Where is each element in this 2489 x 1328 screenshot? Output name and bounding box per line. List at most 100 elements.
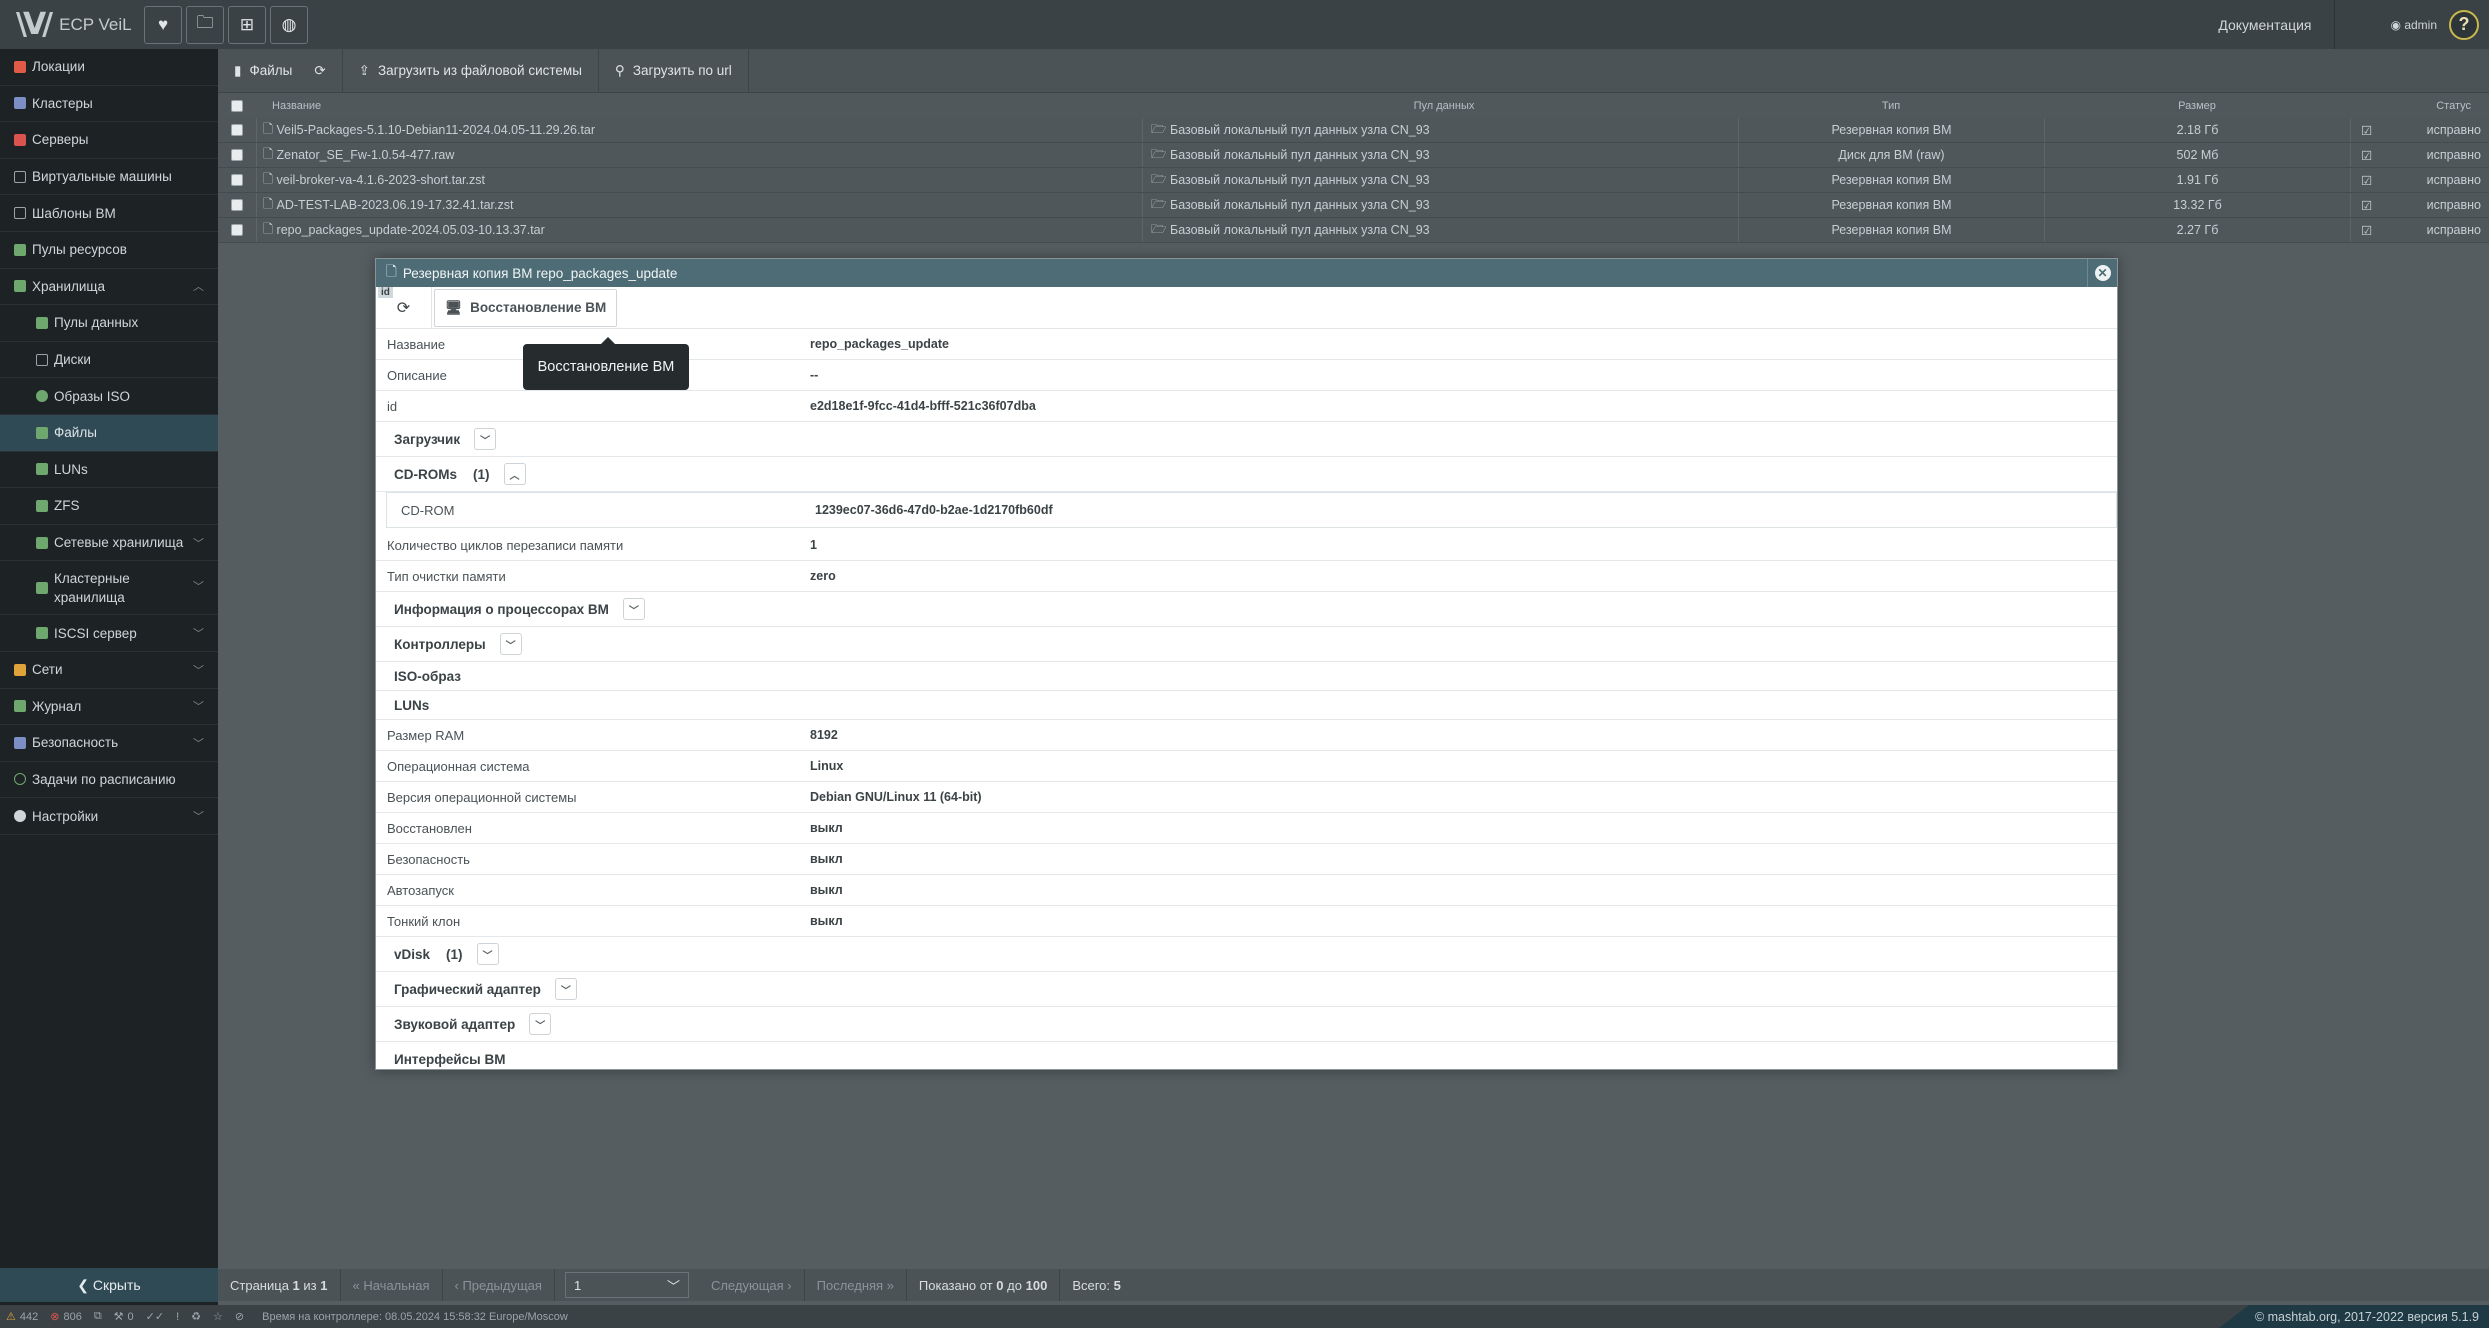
restore-vm-button[interactable]: 🖥 Восстановление ВМ xyxy=(434,288,618,327)
sidebar-item-network-storages[interactable]: Сетевые хранилища ﹀ xyxy=(0,525,218,562)
chevron-down-icon[interactable]: ﹀ xyxy=(474,428,497,450)
cell-name[interactable]: repo_packages_update-2024.05.03-10.13.37… xyxy=(277,223,545,237)
sidebar-item-security[interactable]: Безопасность ﹀ xyxy=(0,725,218,762)
sidebar-item-journal[interactable]: Журнал ﹀ xyxy=(0,689,218,726)
chevron-down-icon[interactable]: ﹀ xyxy=(476,943,499,965)
help-button[interactable]: ? xyxy=(2449,9,2479,40)
sidebar-item-data-pools[interactable]: Пулы данных xyxy=(0,305,218,342)
logo-text: ECP VeiL xyxy=(59,14,132,34)
upload-by-url-button[interactable]: ⚲ Загрузить по url xyxy=(599,48,749,93)
folder-button[interactable]: 🗀 xyxy=(186,5,224,44)
sidebar-item-vm-templates[interactable]: Шаблоны ВМ xyxy=(0,195,218,232)
hide-label: Скрыть xyxy=(92,1277,141,1293)
cell-pool[interactable]: Базовый локальный пул данных узла CN_93 xyxy=(1170,123,1430,137)
section-label: LUNs xyxy=(394,697,430,713)
chevron-down-icon[interactable]: ﹀ xyxy=(554,978,577,1000)
folder-icon: 🗁 xyxy=(1151,171,1170,186)
top-bar: \V/ ECP VeiL ♥ 🗀 ⊞ ◍ Документация ◉ admi… xyxy=(0,0,2489,49)
table-row[interactable]: 🗋 Zenator_SE_Fw-1.0.54-477.raw 🗁 Базовый… xyxy=(218,143,2489,168)
sidebar-item-label: Серверы xyxy=(32,132,89,148)
checks-icon[interactable]: ✓✓ xyxy=(140,1310,170,1323)
sidebar-item-scheduled-tasks[interactable]: Задачи по расписанию xyxy=(0,762,218,799)
cell-name[interactable]: veil-broker-va-4.1.6-2023-short.tar.zst xyxy=(277,173,485,187)
sidebar-item-storages[interactable]: Хранилища ︿ xyxy=(0,269,218,306)
tasks-counter[interactable]: ⚒ 0 xyxy=(108,1310,140,1324)
errors-counter[interactable]: ⊗ 806 xyxy=(44,1310,88,1324)
files-tab[interactable]: ▮ Файлы ⟳ xyxy=(218,48,343,93)
sidebar-item-cluster-storages[interactable]: Кластерные хранилища ﹀ xyxy=(0,561,218,616)
column-header-type[interactable]: Тип xyxy=(1738,93,2044,118)
sidebar-item-locations[interactable]: Локации xyxy=(0,49,218,86)
row-checkbox[interactable] xyxy=(231,149,243,161)
sidebar-item-iso[interactable]: Образы ISO xyxy=(0,378,218,415)
recycle-icon[interactable]: ♻ xyxy=(185,1310,207,1323)
prev-page-button[interactable]: ‹ Предыдущая xyxy=(443,1269,555,1301)
user-menu[interactable]: ◉ admin xyxy=(2335,18,2450,32)
column-header-size[interactable]: Размер xyxy=(2044,93,2350,118)
chevron-down-icon: ﹀ xyxy=(193,628,204,641)
shown-from: 0 xyxy=(996,1277,1004,1293)
hide-sidebar-button[interactable]: ❮ Скрыть xyxy=(0,1268,218,1302)
globe-button[interactable]: ◍ xyxy=(270,5,308,44)
sidebar-item-iscsi[interactable]: ISCSI сервер ﹀ xyxy=(0,615,218,652)
last-page-button[interactable]: Последняя » xyxy=(805,1269,907,1301)
column-header-name[interactable]: Название xyxy=(256,93,1142,118)
prop-memory-cycles: Количество циклов перезаписи памяти 1 xyxy=(376,530,2117,561)
refresh-icon[interactable]: ⟳ xyxy=(314,63,325,79)
cell-pool[interactable]: Базовый локальный пул данных узла CN_93 xyxy=(1170,173,1430,187)
table-row[interactable]: 🗋 veil-broker-va-4.1.6-2023-short.tar.zs… xyxy=(218,168,2489,193)
row-checkbox[interactable] xyxy=(231,124,243,136)
ban-icon[interactable]: ⊘ xyxy=(229,1310,250,1323)
sidebar-item-vms[interactable]: Виртуальные машины xyxy=(0,159,218,196)
next-page-button[interactable]: Следующая › xyxy=(699,1269,805,1301)
exclamation-icon[interactable]: ! xyxy=(170,1311,185,1323)
sidebar-item-luns[interactable]: LUNs xyxy=(0,452,218,489)
cell-pool[interactable]: Базовый локальный пул данных узла CN_93 xyxy=(1170,148,1430,162)
section-sound: Звуковой адаптер ﹀ xyxy=(376,1007,2117,1042)
table-row[interactable]: 🗋 AD-TEST-LAB-2023.06.19-17.32.41.tar.zs… xyxy=(218,193,2489,218)
sidebar-item-label: Образы ISO xyxy=(54,388,130,404)
cell-name[interactable]: AD-TEST-LAB-2023.06.19-17.32.41.tar.zst xyxy=(277,198,514,212)
sidebar-item-resource-pools[interactable]: Пулы ресурсов xyxy=(0,232,218,269)
sidebar-item-servers[interactable]: Серверы xyxy=(0,122,218,159)
table-row[interactable]: 🗋 repo_packages_update-2024.05.03-10.13.… xyxy=(218,218,2489,243)
page-select[interactable]: 1 ﹀ xyxy=(564,1272,689,1298)
upload-from-fs-button[interactable]: ⇪ Загрузить из файловой системы xyxy=(343,48,599,93)
chevron-up-icon[interactable]: ︿ xyxy=(503,463,526,485)
first-page-button[interactable]: « Начальная xyxy=(341,1269,443,1301)
chevron-up-icon: ︿ xyxy=(193,281,204,294)
sidebar-item-settings[interactable]: Настройки ﹀ xyxy=(0,798,218,835)
sidebar-item-zfs[interactable]: ZFS xyxy=(0,488,218,525)
sidebar-item-networks[interactable]: Сети ﹀ xyxy=(0,652,218,689)
heartbeat-button[interactable]: ♥ xyxy=(144,5,182,44)
sidebar-item-disks[interactable]: Диски xyxy=(0,342,218,379)
cdrom-value[interactable]: 1239ec07-36d6-47d0-b2ae-1d2170fb60df xyxy=(815,503,1053,517)
warnings-counter[interactable]: ⚠ 442 xyxy=(0,1310,44,1324)
documentation-link[interactable]: Документация xyxy=(2196,17,2333,33)
cell-pool[interactable]: Базовый локальный пул данных узла CN_93 xyxy=(1170,223,1430,237)
sidebar-item-files[interactable]: Файлы xyxy=(0,414,218,452)
sidebar-item-label: Сети xyxy=(32,662,63,678)
cell-name[interactable]: Zenator_SE_Fw-1.0.54-477.raw xyxy=(277,148,455,162)
star-icon[interactable]: ☆ xyxy=(207,1310,229,1323)
column-header-pool[interactable]: Пул данных xyxy=(1142,93,1738,118)
row-checkbox[interactable] xyxy=(231,174,243,186)
chevron-down-icon[interactable]: ﹀ xyxy=(529,1013,552,1035)
table-row[interactable]: 🗋 Veil5-Packages-5.1.10-Debian11-2024.04… xyxy=(218,118,2489,143)
prop-value[interactable]: repo_packages_update xyxy=(810,337,949,351)
cell-name[interactable]: Veil5-Packages-5.1.10-Debian11-2024.04.0… xyxy=(277,123,596,137)
logo[interactable]: \V/ ECP VeiL xyxy=(0,7,140,42)
prop-value[interactable]: -- xyxy=(810,368,818,382)
chevron-down-icon[interactable]: ﹀ xyxy=(622,598,645,620)
row-checkbox[interactable] xyxy=(231,199,243,211)
chevron-down-icon[interactable]: ﹀ xyxy=(499,633,522,655)
sidebar-item-clusters[interactable]: Кластеры xyxy=(0,86,218,123)
copy-status-icon[interactable]: ⧉ xyxy=(88,1310,108,1323)
row-checkbox[interactable] xyxy=(231,224,243,236)
column-header-status[interactable]: Статус xyxy=(2350,93,2489,118)
modal-header[interactable]: 🗋 Резервная копия ВМ repo_packages_updat… xyxy=(376,259,2117,287)
select-all-checkbox[interactable] xyxy=(231,99,243,112)
sitemap-button[interactable]: ⊞ xyxy=(228,5,266,44)
close-button[interactable]: ✕ xyxy=(2087,259,2117,287)
cell-pool[interactable]: Базовый локальный пул данных узла CN_93 xyxy=(1170,198,1430,212)
